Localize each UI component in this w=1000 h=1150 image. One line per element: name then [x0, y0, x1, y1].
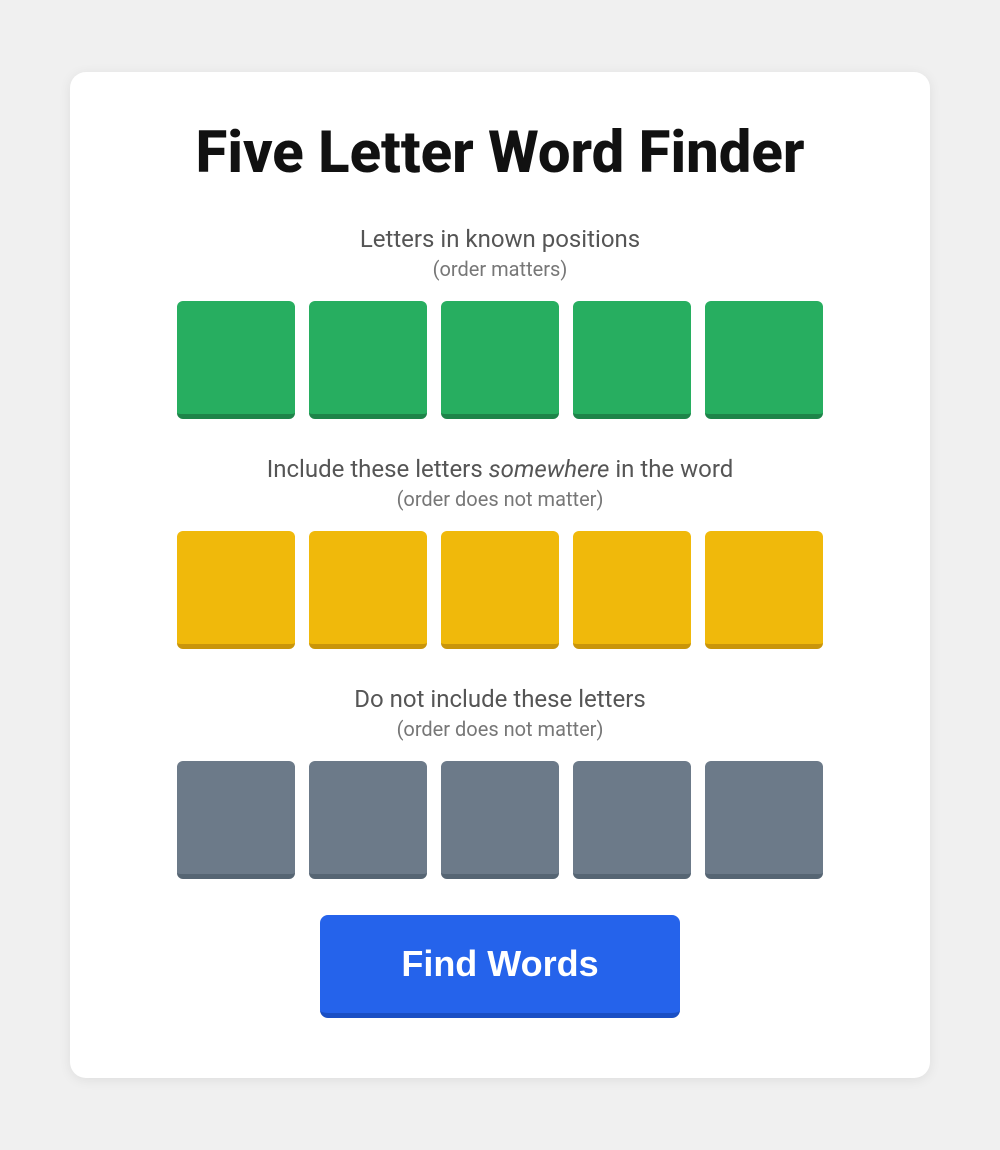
- exclude-tile-4[interactable]: [573, 761, 691, 879]
- exclude-letters-label: Do not include these letters: [130, 685, 870, 713]
- known-tile-4[interactable]: [573, 301, 691, 419]
- main-card: Five Letter Word Finder Letters in known…: [70, 72, 930, 1079]
- exclude-tile-2[interactable]: [309, 761, 427, 879]
- include-somewhere-tiles: [130, 531, 870, 649]
- known-positions-tiles: [130, 301, 870, 419]
- exclude-tile-5[interactable]: [705, 761, 823, 879]
- exclude-tile-3[interactable]: [441, 761, 559, 879]
- exclude-letters-section: Do not include these letters (order does…: [130, 685, 870, 879]
- known-positions-label: Letters in known positions: [130, 225, 870, 253]
- known-positions-section: Letters in known positions (order matter…: [130, 225, 870, 419]
- include-somewhere-label: Include these letters somewhere in the w…: [130, 455, 870, 483]
- include-tile-4[interactable]: [573, 531, 691, 649]
- exclude-tile-1[interactable]: [177, 761, 295, 879]
- known-tile-5[interactable]: [705, 301, 823, 419]
- exclude-letters-sublabel: (order does not matter): [130, 717, 870, 741]
- page-title: Five Letter Word Finder: [130, 122, 870, 186]
- find-words-button[interactable]: Find Words: [320, 915, 680, 1018]
- known-tile-3[interactable]: [441, 301, 559, 419]
- include-tile-3[interactable]: [441, 531, 559, 649]
- known-tile-2[interactable]: [309, 301, 427, 419]
- exclude-letters-tiles: [130, 761, 870, 879]
- include-tile-2[interactable]: [309, 531, 427, 649]
- include-tile-1[interactable]: [177, 531, 295, 649]
- include-tile-5[interactable]: [705, 531, 823, 649]
- known-tile-1[interactable]: [177, 301, 295, 419]
- include-somewhere-sublabel: (order does not matter): [130, 487, 870, 511]
- include-somewhere-section: Include these letters somewhere in the w…: [130, 455, 870, 649]
- known-positions-sublabel: (order matters): [130, 257, 870, 281]
